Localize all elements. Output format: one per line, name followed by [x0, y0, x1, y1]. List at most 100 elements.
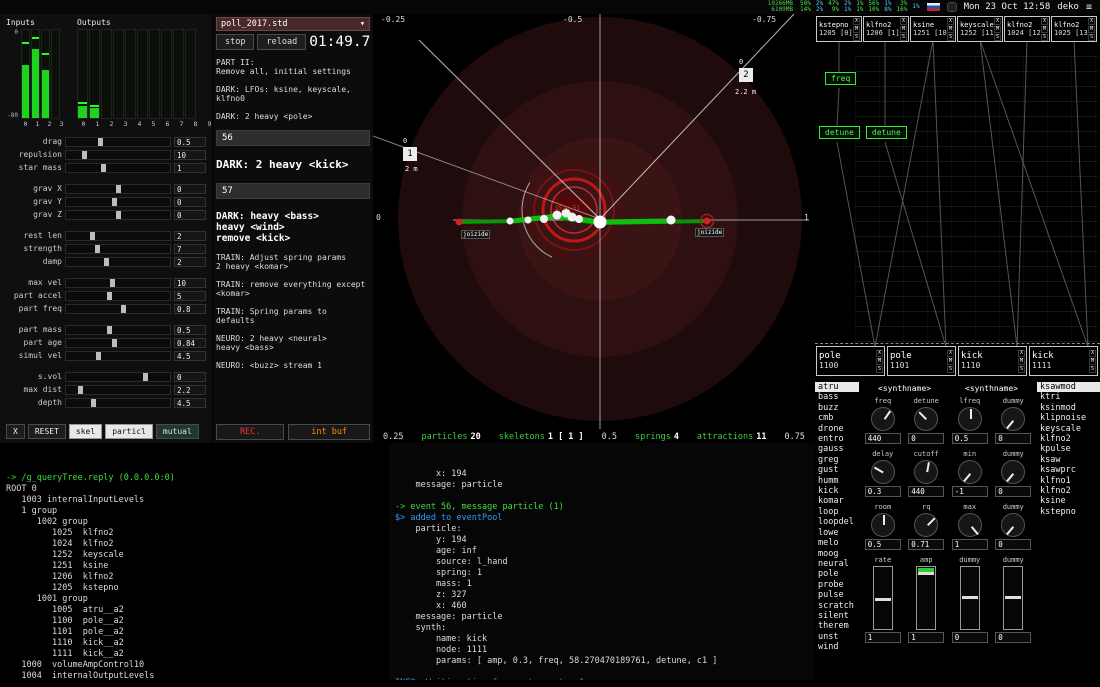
menu-list-icon[interactable]: ≡	[1086, 2, 1092, 13]
synth-node-box[interactable]: klfno2 1025 [13] XMS	[1051, 16, 1097, 42]
node-toggle-button[interactable]: M	[1018, 358, 1025, 365]
param-slider[interactable]	[65, 184, 171, 194]
knob-value[interactable]: 440	[908, 486, 944, 497]
node-toggle-button[interactable]: M	[900, 26, 907, 33]
record-button[interactable]: REC.	[216, 424, 284, 440]
slider-handle[interactable]	[101, 164, 106, 172]
fader-handle[interactable]	[962, 596, 978, 599]
slider-handle[interactable]	[96, 352, 101, 360]
knob-value[interactable]: 0	[908, 433, 944, 444]
param-value[interactable]: 0.8	[174, 304, 206, 314]
control-synth-item[interactable]: kstepno	[1037, 507, 1100, 517]
control-synth-item[interactable]: ksinmod	[1037, 403, 1100, 413]
menubar-user[interactable]: deko	[1057, 2, 1079, 12]
node-toggle-button[interactable]: M	[876, 358, 883, 365]
synth-list-item[interactable]: therem	[815, 621, 859, 631]
param-value[interactable]: 10	[174, 150, 206, 160]
slider-handle[interactable]	[104, 258, 109, 266]
node-toggle-button[interactable]: S	[1089, 366, 1096, 373]
cue-log-item[interactable]: NEURO: 2 heavy <neural> heavy <bass>	[216, 334, 370, 352]
node-toggle-button[interactable]: X	[947, 350, 954, 357]
node-toggle-button[interactable]: X	[994, 18, 1001, 25]
synth-list-item[interactable]: loopdel	[815, 517, 859, 527]
knob-value[interactable]: 440	[865, 433, 901, 444]
slider-handle[interactable]	[107, 292, 112, 300]
param-value[interactable]: 0	[174, 210, 206, 220]
reload-button[interactable]: reload	[257, 34, 306, 50]
control-synth-item[interactable]: ksawprc	[1037, 465, 1100, 475]
cue-log-item[interactable]: PART II: Remove all, initial settings	[216, 58, 370, 76]
node-toggle-button[interactable]: S	[947, 366, 954, 373]
control-synth-item[interactable]: klfno1	[1037, 476, 1100, 486]
synth-list-item[interactable]: entro	[815, 434, 859, 444]
synth-list-item[interactable]: gust	[815, 465, 859, 475]
detune-param-tag[interactable]: detune	[819, 126, 860, 139]
param-knob[interactable]	[871, 460, 895, 484]
slider-handle[interactable]	[110, 279, 115, 287]
synth-node-box[interactable]: kick 1110 XMS	[958, 346, 1027, 376]
node-toggle-button[interactable]: S	[1018, 366, 1025, 373]
param-slider[interactable]	[65, 197, 171, 207]
knob-value[interactable]: 0	[995, 539, 1031, 550]
synth-node-box[interactable]: pole 1100 XMS	[816, 346, 885, 376]
knob-value[interactable]: 0.71	[908, 539, 944, 550]
node-toggle-button[interactable]: X	[876, 350, 883, 357]
left-panel-button[interactable]: RESET	[28, 424, 66, 439]
freq-param-tag[interactable]: freq	[825, 72, 856, 85]
control-synth-item[interactable]: kpulse	[1037, 444, 1100, 454]
param-value[interactable]: 0	[174, 372, 206, 382]
node-toggle-button[interactable]: X	[900, 18, 907, 25]
control-synth-item[interactable]: ksaw	[1037, 455, 1100, 465]
param-slider[interactable]	[65, 351, 171, 361]
param-knob[interactable]	[958, 460, 982, 484]
synth-list-item[interactable]: buzz	[815, 403, 859, 413]
synth-list-item[interactable]: melo	[815, 538, 859, 548]
param-fader[interactable]	[1003, 566, 1023, 630]
slider-handle[interactable]	[121, 305, 126, 313]
param-fader[interactable]	[873, 566, 893, 630]
param-value[interactable]: 4.5	[174, 351, 206, 361]
cue-log-item[interactable]: 56	[216, 130, 370, 146]
fader-value[interactable]: 1	[908, 632, 944, 643]
param-slider[interactable]	[65, 385, 171, 395]
knob-value[interactable]: 1	[952, 539, 988, 550]
synth-list-item[interactable]: pulse	[815, 590, 859, 600]
knob-value[interactable]: 0.5	[952, 433, 988, 444]
synth-list-item[interactable]: unst	[815, 632, 859, 642]
node-toggle-button[interactable]: S	[1041, 34, 1048, 41]
param-fader[interactable]	[916, 566, 936, 630]
event-log-terminal[interactable]: x: 194 message: particle-> event 56, mes…	[389, 443, 815, 680]
param-slider[interactable]	[65, 231, 171, 241]
node-toggle-button[interactable]: S	[1088, 34, 1095, 41]
slider-handle[interactable]	[90, 232, 95, 240]
cue-log-item[interactable]: DARK: 2 heavy <pole>	[216, 112, 370, 121]
param-slider[interactable]	[65, 244, 171, 254]
synth-node-box[interactable]: keyscale 1252 [11] XMS	[957, 16, 1003, 42]
param-value[interactable]: 5	[174, 291, 206, 301]
cue-log-item[interactable]: DARK: 2 heavy <kick>	[216, 158, 370, 171]
param-value[interactable]: 10	[174, 278, 206, 288]
cue-log-item[interactable]: TRAIN: remove everything except <komar>	[216, 280, 370, 298]
synth-list-item[interactable]: kick	[815, 486, 859, 496]
knob-value[interactable]: 0	[995, 486, 1031, 497]
preset-dropdown[interactable]: poll_2017.std ▾	[216, 17, 370, 31]
control-synth-item[interactable]: keyscale	[1037, 424, 1100, 434]
synth-list-item[interactable]: scratch	[815, 601, 859, 611]
param-knob[interactable]	[914, 407, 938, 431]
param-slider[interactable]	[65, 278, 171, 288]
slider-handle[interactable]	[95, 245, 100, 253]
stop-button[interactable]: stop	[216, 34, 254, 50]
param-value[interactable]: 7	[174, 244, 206, 254]
menubar-clock[interactable]: Mon 23 Oct 12:58	[964, 2, 1051, 12]
left-panel-button[interactable]: particl	[105, 424, 153, 439]
control-synth-item[interactable]: ksine	[1037, 496, 1100, 506]
node-toggle-button[interactable]: M	[1089, 358, 1096, 365]
cue-log-item[interactable]: DARK: LFOs: ksine, keyscale, klfno0	[216, 85, 370, 103]
param-value[interactable]: 0.5	[174, 325, 206, 335]
slider-handle[interactable]	[91, 399, 96, 407]
knob-value[interactable]: 0.3	[865, 486, 901, 497]
param-slider[interactable]	[65, 304, 171, 314]
control-synth-item[interactable]: ksawmod	[1037, 382, 1100, 392]
synth-list-item[interactable]: silent	[815, 611, 859, 621]
param-knob[interactable]	[914, 513, 938, 537]
